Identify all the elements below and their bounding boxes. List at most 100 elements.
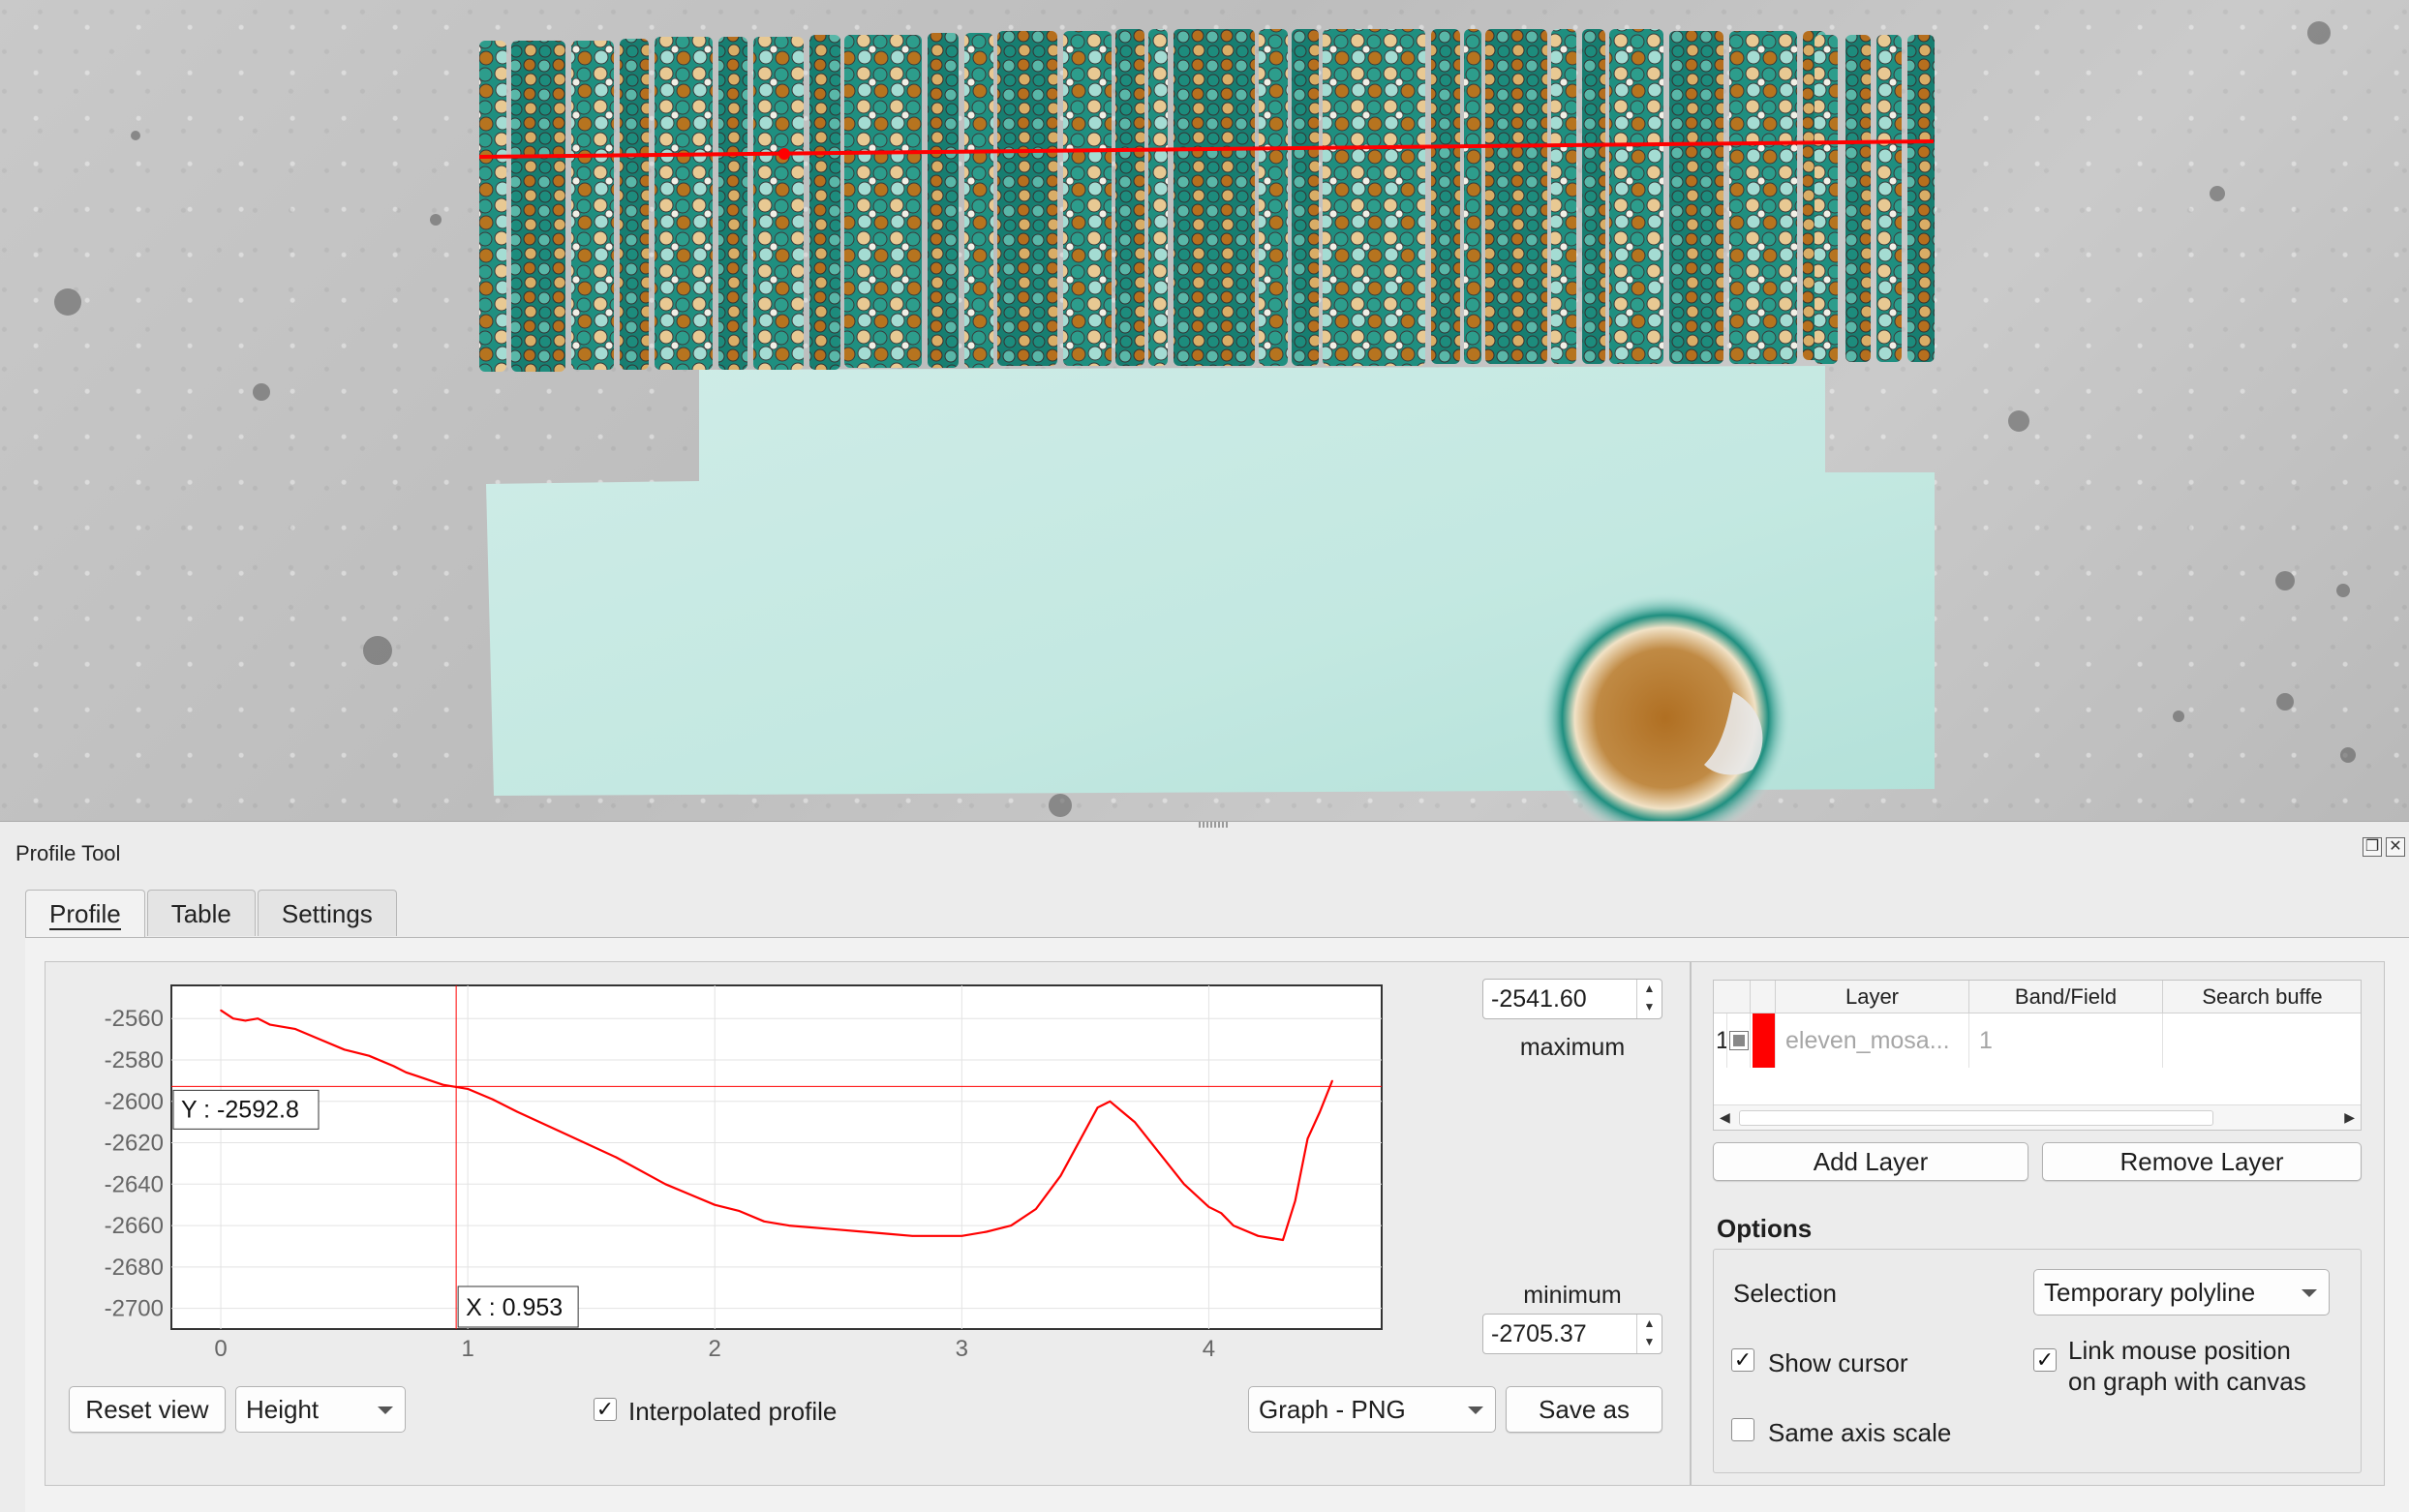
plot-mode-value: Height (246, 1395, 320, 1424)
tab-bar: Profile Table Settings (25, 890, 399, 939)
profile-point (936, 1234, 938, 1237)
profile-point (231, 1017, 234, 1020)
spin-arrows-icon[interactable]: ▲ ▼ (1636, 1315, 1662, 1353)
tab-settings[interactable]: Settings (257, 890, 397, 936)
profile-point (1158, 1152, 1161, 1155)
profile-point (886, 1232, 889, 1235)
profile-point (1294, 1199, 1296, 1202)
x-tick-label: 2 (709, 1336, 721, 1362)
dock-title: Profile Tool (15, 841, 121, 865)
profile-point (269, 1023, 271, 1026)
profile-point (491, 1098, 494, 1101)
float-icon[interactable]: ❐ (2363, 837, 2382, 857)
maximum-value: -2541.60 (1491, 985, 1587, 1013)
swath-strips (479, 29, 1935, 372)
profile-point (220, 1009, 222, 1012)
y-tick-label: -2680 (105, 1255, 164, 1281)
profile-point (986, 1230, 988, 1233)
link-mouse-label: Link mouse position on graph with canvas (2068, 1335, 2306, 1397)
profile-point (565, 1134, 567, 1135)
profile-point (417, 1075, 419, 1077)
profile-point (961, 1234, 963, 1237)
profile-point (911, 1234, 914, 1237)
layer-name-cell[interactable]: eleven_mosa... (1776, 1013, 1969, 1068)
same-axis-checkbox[interactable] (1731, 1418, 1754, 1441)
scrollbar-thumb[interactable] (1739, 1110, 2213, 1126)
profile-point (1134, 1121, 1136, 1123)
profile-chart[interactable]: -2560 -2580 -2600 -2620 -2640 -2660 -2680 -2700… (46, 962, 1692, 1369)
scroll-left-icon[interactable]: ◀ (1720, 1109, 1730, 1126)
profile-point (1109, 1100, 1112, 1103)
tab-profile[interactable]: Profile (25, 890, 145, 939)
search-buffer-cell[interactable] (2163, 1013, 2361, 1068)
x-tick-label: 0 (214, 1336, 227, 1362)
search-buffer-column-header[interactable]: Search buffe (2163, 981, 2361, 1013)
profile-point (714, 1203, 717, 1206)
y-tick-label: -2560 (105, 1006, 164, 1032)
profile-point (293, 1028, 296, 1030)
selection-select[interactable]: Temporary polyline (2033, 1269, 2330, 1315)
profile-point (392, 1065, 395, 1068)
spin-arrows-icon[interactable]: ▲ ▼ (1636, 980, 1662, 1018)
profile-point (763, 1220, 766, 1223)
layers-table[interactable]: Layer Band/Field Search buffe 1 eleven_m… (1713, 980, 2362, 1131)
link-mouse-line2: on graph with canvas (2068, 1367, 2306, 1396)
scroll-right-icon[interactable]: ▶ (2344, 1109, 2355, 1126)
tab-table[interactable]: Table (146, 890, 256, 936)
layer-column-header[interactable]: Layer (1776, 981, 1969, 1013)
selection-value: Temporary polyline (2044, 1278, 2256, 1307)
remove-layer-button[interactable]: Remove Layer (2042, 1142, 2362, 1181)
visibility-checkbox[interactable] (1727, 1013, 1751, 1068)
y-tick-label: -2600 (105, 1089, 164, 1115)
profile-point (343, 1048, 346, 1051)
profile-point (467, 1088, 469, 1090)
cursor-x-label: X : 0.953 (466, 1294, 563, 1321)
link-mouse-line1: Link mouse position (2068, 1336, 2291, 1365)
splitter-handle[interactable] (1199, 822, 1228, 828)
profile-point (1220, 1212, 1222, 1215)
chevron-down-icon (378, 1406, 393, 1414)
layer-color-swatch[interactable] (1751, 1013, 1776, 1068)
profile-point (1059, 1174, 1062, 1177)
profile-point (615, 1156, 617, 1159)
plot-mode-select[interactable]: Height (235, 1386, 406, 1433)
y-tick-label: -2660 (105, 1213, 164, 1239)
add-layer-button[interactable]: Add Layer (1713, 1142, 2028, 1181)
show-cursor-checkbox[interactable]: ✓ (1731, 1348, 1754, 1372)
map-canvas[interactable] (0, 0, 2409, 822)
profile-point (1035, 1208, 1037, 1210)
profile-point (257, 1017, 259, 1020)
layers-panel: Layer Band/Field Search buffe 1 eleven_m… (1691, 961, 2407, 1486)
minimum-label: minimum (1523, 1282, 1622, 1309)
save-as-button[interactable]: Save as (1506, 1386, 1662, 1433)
y-tick-label: -2700 (105, 1296, 164, 1322)
minimum-value: -2705.37 (1491, 1320, 1587, 1347)
profile-point (837, 1228, 839, 1231)
profile-point (1096, 1106, 1099, 1108)
band-column-header[interactable]: Band/Field (1969, 981, 2163, 1013)
profile-point (1331, 1079, 1333, 1082)
profile-point (787, 1225, 790, 1226)
link-mouse-checkbox[interactable]: ✓ (2033, 1348, 2057, 1372)
profile-point (319, 1038, 320, 1041)
x-tick-label: 1 (461, 1336, 473, 1362)
profile-point (688, 1194, 691, 1195)
profile-point (1084, 1129, 1086, 1132)
cursor-y-label: Y : -2592.8 (181, 1096, 299, 1123)
maximum-spinbox[interactable]: -2541.60 ▲ ▼ (1482, 979, 1662, 1019)
minimum-spinbox[interactable]: -2705.37 ▲ ▼ (1482, 1314, 1662, 1354)
close-icon[interactable]: ✕ (2386, 837, 2405, 857)
same-axis-label: Same axis scale (1768, 1418, 1952, 1447)
interpolated-checkbox[interactable]: ✓ (594, 1398, 617, 1421)
export-format-value: Graph - PNG (1259, 1395, 1406, 1424)
reset-view-button[interactable]: Reset view (69, 1386, 226, 1433)
profile-point (1233, 1225, 1235, 1226)
table-horizontal-scrollbar[interactable]: ◀ ▶ (1714, 1104, 2361, 1130)
graph-panel: -2560 -2580 -2600 -2620 -2640 -2660 -2680 -2700… (45, 961, 1691, 1486)
profile-pane: -2560 -2580 -2600 -2620 -2640 -2660 -2680 -2700… (25, 937, 2409, 1512)
export-format-select[interactable]: Graph - PNG (1248, 1386, 1496, 1433)
map-render (54, 21, 2356, 821)
row-index: 1 (1714, 1013, 1727, 1068)
interpolated-label: Interpolated profile (628, 1397, 838, 1426)
band-cell[interactable]: 1 (1969, 1013, 2163, 1068)
